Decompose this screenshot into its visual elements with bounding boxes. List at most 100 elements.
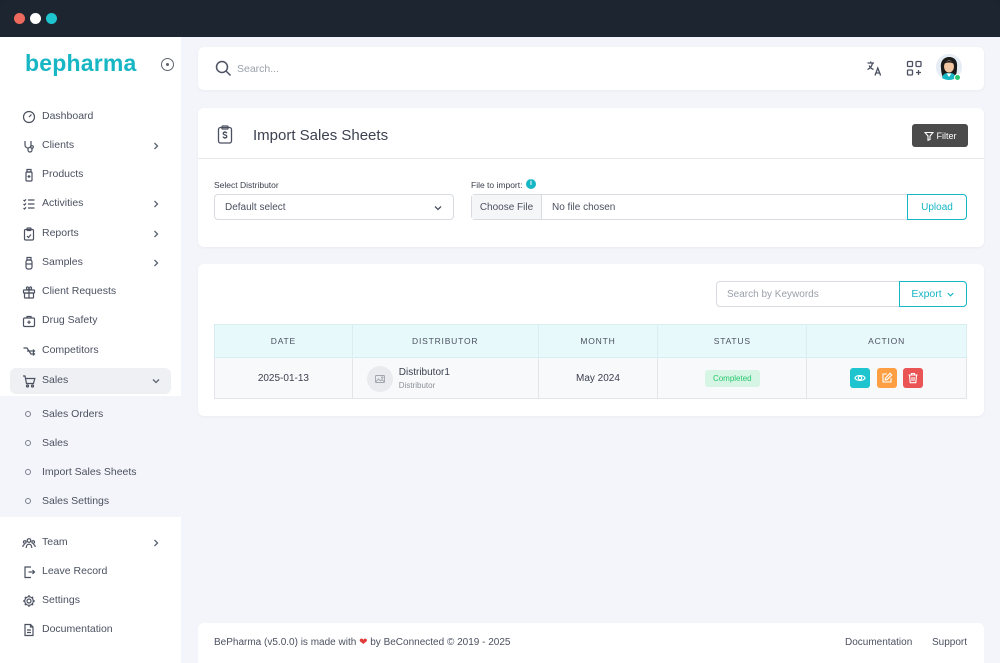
gear-icon bbox=[23, 595, 35, 607]
sidebar-item-samples[interactable]: Samples bbox=[10, 250, 171, 276]
footer-link-support[interactable]: Support bbox=[932, 637, 967, 648]
sidebar-item-client-requests[interactable]: Client Requests bbox=[10, 279, 171, 305]
split-arrow-icon bbox=[23, 347, 36, 356]
chevron-down-icon bbox=[152, 379, 160, 384]
eye-icon bbox=[853, 375, 866, 381]
distributor-name: Distributor1 bbox=[398, 367, 450, 378]
sidebar-subitem-import-sales-sheets[interactable]: Import Sales Sheets bbox=[10, 461, 171, 483]
sidebar-subitem-sales-orders[interactable]: Sales Orders bbox=[10, 403, 171, 425]
bottle-icon bbox=[25, 168, 33, 182]
upload-button[interactable]: Upload bbox=[907, 194, 967, 220]
team-icon bbox=[22, 538, 36, 549]
distributor-select-value: Default select bbox=[225, 202, 286, 213]
apps-grid-icon[interactable] bbox=[906, 60, 923, 77]
sidebar-item-label: Samples bbox=[42, 256, 83, 268]
info-icon[interactable]: i bbox=[526, 179, 536, 189]
sales-sheets-card: Export DATE DISTRIBUTOR MONTH STATUS ACT… bbox=[198, 264, 984, 416]
sidebar-item-dashboard[interactable]: Dashboard bbox=[10, 104, 171, 130]
invoice-clipboard-icon bbox=[217, 125, 233, 144]
file-import-label: File to import: bbox=[471, 180, 523, 190]
distributor-select[interactable]: Default select bbox=[214, 194, 454, 220]
checklist-icon bbox=[23, 198, 35, 210]
import-card: Import Sales Sheets Filter Select Distri… bbox=[198, 108, 984, 247]
choose-file-button[interactable]: Choose File bbox=[472, 195, 542, 219]
sidebar-subitem-sales-settings[interactable]: Sales Settings bbox=[10, 490, 171, 512]
chevron-right-icon bbox=[154, 259, 159, 267]
sales-submenu: Sales Orders Sales Import Sales Sheets S… bbox=[0, 396, 181, 517]
sidebar-subitem-sales[interactable]: Sales bbox=[10, 432, 171, 454]
column-header-status[interactable]: STATUS bbox=[657, 324, 808, 358]
cell-actions bbox=[806, 357, 967, 399]
sidebar-subitem-label: Sales bbox=[42, 437, 69, 449]
sidebar-item-leave-record[interactable]: Leave Record bbox=[10, 559, 171, 585]
sidebar-item-label: Reports bbox=[42, 227, 79, 239]
gift-icon bbox=[22, 286, 36, 299]
table-row: 2025-01-13 Distributor1 Distributor May … bbox=[214, 357, 967, 399]
chevron-right-icon bbox=[154, 142, 159, 150]
delete-button[interactable] bbox=[903, 368, 924, 388]
file-input[interactable]: Choose File No file chosen bbox=[471, 194, 908, 220]
sidebar-item-label: Team bbox=[42, 536, 68, 548]
sidebar-item-label: Clients bbox=[42, 139, 75, 151]
sidebar-item-drug-safety[interactable]: Drug Safety bbox=[10, 308, 171, 334]
translate-icon[interactable] bbox=[866, 60, 883, 77]
status-badge: Completed bbox=[704, 369, 760, 387]
edit-icon bbox=[882, 372, 893, 383]
sidebar-collapse-icon[interactable] bbox=[161, 58, 174, 71]
window-close-dot[interactable] bbox=[14, 13, 25, 24]
sidebar-item-sales[interactable]: Sales bbox=[10, 368, 171, 394]
brand-logo[interactable]: bepharma bbox=[25, 50, 137, 77]
circle-bullet-icon bbox=[25, 440, 31, 446]
view-button[interactable] bbox=[849, 368, 870, 388]
sidebar: bepharma Dashboard Clients Products Acti… bbox=[0, 37, 181, 663]
sidebar-item-clients[interactable]: Clients bbox=[10, 133, 171, 159]
sidebar-item-label: Activities bbox=[42, 197, 84, 209]
edit-button[interactable] bbox=[876, 368, 897, 388]
vial-icon bbox=[25, 256, 33, 270]
footer-credit: BePharma (v5.0.0) is made with ❤ by BeCo… bbox=[214, 637, 510, 648]
distributor-role: Distributor bbox=[398, 381, 436, 390]
search-input[interactable] bbox=[237, 59, 537, 79]
chevron-right-icon bbox=[154, 539, 159, 547]
cell-distributor: Distributor1 Distributor bbox=[351, 357, 539, 399]
footer-text-after: by BeConnected © 2019 - 2025 bbox=[370, 637, 511, 648]
sidebar-item-label: Documentation bbox=[42, 623, 113, 635]
column-header-action: ACTION bbox=[806, 324, 967, 358]
briefcase-icon bbox=[22, 315, 36, 328]
sidebar-item-settings[interactable]: Settings bbox=[10, 588, 171, 614]
distributor-avatar bbox=[366, 366, 393, 392]
topbar bbox=[198, 47, 984, 90]
sales-sheets-table: DATE DISTRIBUTOR MONTH STATUS ACTION 202… bbox=[214, 324, 967, 399]
cell-date: 2025-01-13 bbox=[214, 357, 353, 399]
sidebar-subitem-label: Sales Orders bbox=[42, 408, 104, 420]
keyword-search-input[interactable] bbox=[716, 281, 900, 307]
sidebar-item-reports[interactable]: Reports bbox=[10, 221, 171, 247]
sidebar-item-label: Dashboard bbox=[42, 110, 94, 122]
filter-button[interactable]: Filter bbox=[912, 124, 968, 147]
window-minimize-dot[interactable] bbox=[30, 13, 41, 24]
chevron-down-icon bbox=[947, 292, 954, 297]
sidebar-subitem-label: Sales Settings bbox=[42, 495, 110, 507]
chevron-right-icon bbox=[154, 230, 159, 238]
window-maximize-dot[interactable] bbox=[46, 13, 57, 24]
column-header-month[interactable]: MONTH bbox=[537, 324, 659, 358]
sidebar-item-products[interactable]: Products bbox=[10, 162, 171, 188]
filter-button-label: Filter bbox=[936, 130, 957, 141]
sidebar-item-competitors[interactable]: Competitors bbox=[10, 338, 171, 364]
circle-bullet-icon bbox=[25, 469, 31, 475]
sidebar-item-team[interactable]: Team bbox=[10, 530, 171, 556]
search-icon bbox=[215, 60, 232, 77]
sidebar-item-activities[interactable]: Activities bbox=[10, 191, 171, 217]
footer-text-before: BePharma (v5.0.0) is made with bbox=[214, 637, 357, 648]
column-header-date[interactable]: DATE bbox=[214, 324, 353, 358]
sidebar-item-documentation[interactable]: Documentation bbox=[10, 617, 171, 643]
circle-bullet-icon bbox=[25, 411, 31, 417]
column-header-distributor[interactable]: DISTRIBUTOR bbox=[351, 324, 539, 358]
image-placeholder-icon bbox=[374, 375, 385, 383]
import-card-header: Import Sales Sheets Filter bbox=[198, 108, 984, 159]
document-icon bbox=[24, 623, 34, 637]
page-title: Import Sales Sheets bbox=[253, 127, 389, 144]
sidebar-item-label: Competitors bbox=[42, 344, 99, 356]
footer-link-documentation[interactable]: Documentation bbox=[845, 637, 912, 648]
export-button[interactable]: Export bbox=[899, 281, 967, 307]
